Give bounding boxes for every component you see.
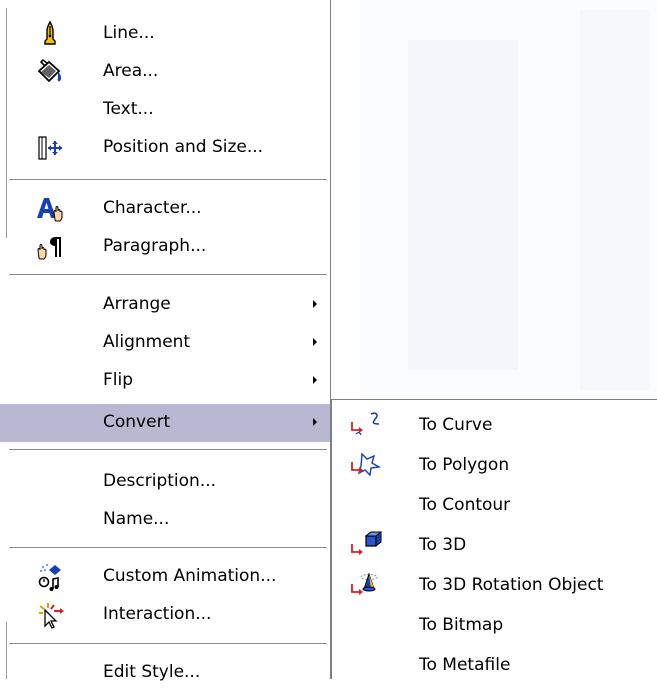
menu-item-position-and-size[interactable]: Position and Size... [0,129,330,167]
menu-separator [9,547,327,549]
menu-item-label: Alignment [103,332,191,352]
menu-item-label: Position and Size... [103,137,264,157]
convert-submenu: To Curve To Polygon To Contour To 3D To … [331,399,657,679]
menu-item-label: Paragraph... [103,236,207,256]
submenu-item-label: To Contour [419,495,511,515]
submenu-item-label: To Metafile [419,655,511,675]
menu-separator [9,643,327,645]
submenu-arrow-icon [313,300,317,308]
submenu-item-label: To Curve [419,415,493,435]
submenu-arrow-icon [313,338,317,346]
menu-item-custom-animation[interactable]: Custom Animation... [0,558,330,596]
background-window [360,0,657,400]
menu-item-edit-style[interactable]: Edit Style... [0,654,330,692]
menu-item-label: Convert [103,412,171,432]
menu-item-alignment[interactable]: Alignment [0,324,330,362]
menu-item-interaction[interactable]: Interaction... [0,596,330,634]
menu-item-convert[interactable]: Convert [0,404,330,442]
submenu-item-to-curve[interactable]: To Curve [332,405,657,445]
menu-item-area[interactable]: Area... [0,53,330,91]
submenu-item-label: To 3D Rotation Object [419,575,604,595]
submenu-item-label: To Bitmap [419,615,504,635]
menu-separator [9,274,327,276]
submenu-item-to-bitmap[interactable]: To Bitmap [332,605,657,645]
menu-item-flip[interactable]: Flip [0,362,330,400]
custom-animation-icon [38,563,61,591]
menu-item-label: Description... [103,471,217,491]
submenu-item-label: To Polygon [419,455,510,475]
submenu-item-to-polygon[interactable]: To Polygon [332,445,657,485]
menu-separator [9,449,327,451]
to-3d-rotation-icon [351,572,378,595]
context-menu: Line... Area... Text... Position and Siz… [0,0,331,682]
menu-item-label: Arrange [103,294,171,314]
pen-icon [44,20,56,45]
menu-item-name[interactable]: Name... [0,501,330,539]
menu-item-label: Area... [103,61,159,81]
menu-item-paragraph[interactable]: Paragraph... [0,228,330,266]
menu-item-label: Text... [103,99,154,119]
menu-item-line[interactable]: Line... [0,15,330,53]
position-size-icon [38,136,62,160]
submenu-item-label: To 3D [419,535,467,555]
menu-item-text[interactable]: Text... [0,91,330,129]
menu-separator [9,179,327,181]
menu-item-label: Custom Animation... [103,566,277,586]
character-icon [37,198,63,222]
submenu-item-to-3d[interactable]: To 3D [332,525,657,565]
submenu-arrow-icon [313,376,317,384]
interaction-icon [39,603,64,629]
menu-item-character[interactable]: Character... [0,190,330,228]
to-3d-icon [351,531,383,555]
menu-item-label: Interaction... [103,604,212,624]
submenu-item-to-contour[interactable]: To Contour [332,485,657,525]
menu-item-arrange[interactable]: Arrange [0,286,330,324]
menu-item-label: Line... [103,23,155,43]
paint-bucket-icon [37,58,62,83]
menu-item-label: Name... [103,509,170,529]
submenu-item-to-3d-rotation-object[interactable]: To 3D Rotation Object [332,565,657,605]
menu-item-label: Edit Style... [103,662,201,682]
menu-item-description[interactable]: Description... [0,463,330,501]
paragraph-icon [37,237,61,260]
to-polygon-icon [351,452,382,477]
submenu-arrow-icon [313,418,317,426]
menu-item-label: Character... [103,198,202,218]
to-curve-icon [351,412,380,436]
submenu-item-to-metafile[interactable]: To Metafile [332,645,657,685]
menu-item-label: Flip [103,370,134,390]
